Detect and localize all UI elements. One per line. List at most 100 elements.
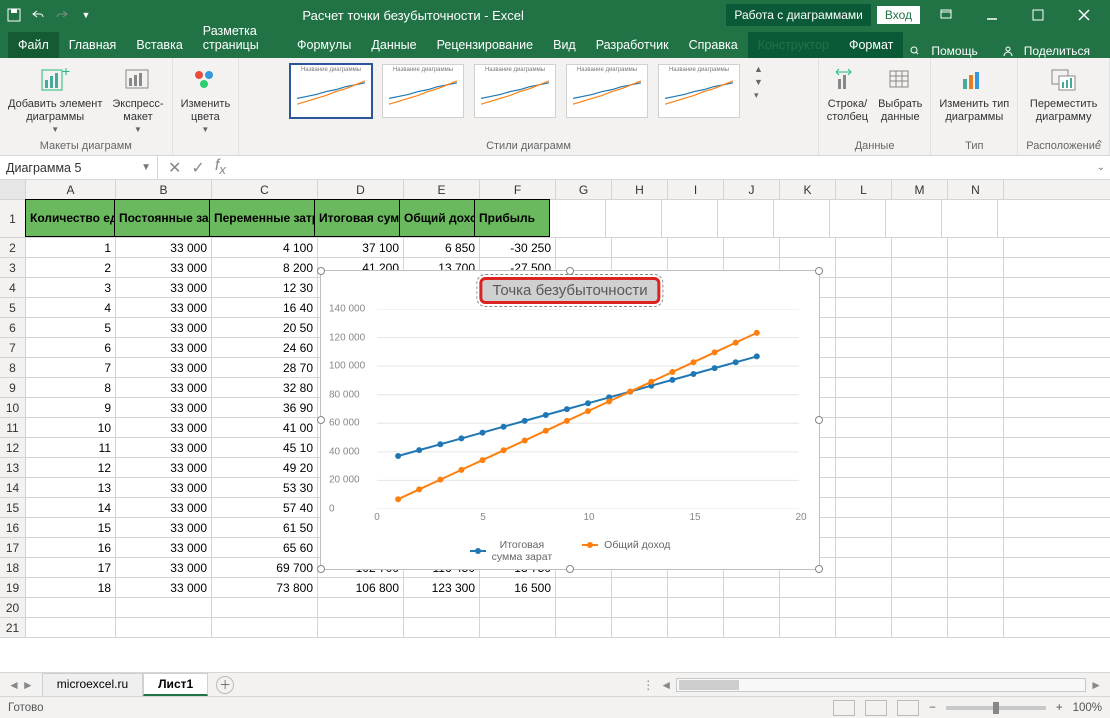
cell[interactable] xyxy=(780,578,836,597)
cell[interactable]: 53 30 xyxy=(212,478,318,497)
sheet-tab[interactable]: microexcel.ru xyxy=(42,673,143,696)
cell[interactable] xyxy=(948,558,1004,577)
cell[interactable] xyxy=(948,378,1004,397)
cell[interactable] xyxy=(556,578,612,597)
cell[interactable] xyxy=(892,278,948,297)
chevron-down-icon[interactable]: ▼ xyxy=(141,162,151,173)
cell[interactable] xyxy=(948,438,1004,457)
cell[interactable]: 69 700 xyxy=(212,558,318,577)
maximize-icon[interactable] xyxy=(1018,0,1058,30)
chart-plot-area[interactable] xyxy=(377,309,799,509)
minimize-icon[interactable] xyxy=(972,0,1012,30)
cell[interactable] xyxy=(724,598,780,617)
row-header[interactable]: 8 xyxy=(0,358,26,377)
cell[interactable]: 106 800 xyxy=(318,578,404,597)
cell[interactable]: 2 xyxy=(26,258,116,277)
zoom-slider[interactable] xyxy=(946,706,1046,710)
cell[interactable]: 33 000 xyxy=(116,318,212,337)
cell[interactable]: 36 90 xyxy=(212,398,318,417)
cell[interactable]: 18 xyxy=(26,578,116,597)
cell[interactable] xyxy=(948,238,1004,257)
cell[interactable] xyxy=(948,358,1004,377)
cell[interactable] xyxy=(892,578,948,597)
quick-layout-button[interactable]: Экспресс- макет ▼ xyxy=(112,64,163,134)
cell[interactable] xyxy=(836,398,892,417)
cell[interactable] xyxy=(724,618,780,637)
column-header[interactable]: H xyxy=(612,180,668,199)
select-all-cell[interactable] xyxy=(0,180,26,199)
qat-dropdown-icon[interactable]: ▼ xyxy=(78,7,94,23)
cell[interactable]: 24 60 xyxy=(212,338,318,357)
cell[interactable] xyxy=(886,200,942,237)
cell[interactable]: -30 250 xyxy=(480,238,556,257)
tab-Вставка[interactable]: Вставка xyxy=(126,32,192,58)
cell[interactable] xyxy=(948,258,1004,277)
cell[interactable]: 4 100 xyxy=(212,238,318,257)
cell[interactable] xyxy=(836,258,892,277)
cell[interactable] xyxy=(550,200,606,237)
cell[interactable] xyxy=(662,200,718,237)
change-chart-type-button[interactable]: Изменить тип диаграммы xyxy=(939,64,1009,123)
cell[interactable] xyxy=(556,598,612,617)
row-header[interactable]: 18 xyxy=(0,558,26,577)
column-header[interactable]: N xyxy=(948,180,1004,199)
cell[interactable]: 61 50 xyxy=(212,518,318,537)
cell[interactable]: 4 xyxy=(26,298,116,317)
cell[interactable]: 7 xyxy=(26,358,116,377)
cell[interactable] xyxy=(836,538,892,557)
cell[interactable] xyxy=(26,598,116,617)
row-header[interactable]: 17 xyxy=(0,538,26,557)
column-header[interactable]: B xyxy=(116,180,212,199)
cell[interactable] xyxy=(948,458,1004,477)
cell[interactable]: 33 000 xyxy=(116,398,212,417)
cell[interactable]: 73 800 xyxy=(212,578,318,597)
sheet-nav-first-icon[interactable]: ◄ xyxy=(8,678,20,692)
column-header[interactable]: A xyxy=(26,180,116,199)
cell[interactable] xyxy=(942,200,998,237)
cell[interactable]: 12 xyxy=(26,458,116,477)
cell[interactable] xyxy=(116,598,212,617)
cell[interactable] xyxy=(668,578,724,597)
cell[interactable] xyxy=(836,498,892,517)
ribbon-options-icon[interactable] xyxy=(926,0,966,30)
cell[interactable] xyxy=(556,238,612,257)
cell[interactable] xyxy=(724,578,780,597)
cell[interactable]: 33 000 xyxy=(116,578,212,597)
cell[interactable]: 33 000 xyxy=(116,538,212,557)
cell[interactable] xyxy=(892,358,948,377)
chart-style-3[interactable]: Название диаграммы xyxy=(474,64,556,118)
sheet-nav-last-icon[interactable]: ► xyxy=(22,678,34,692)
formula-input[interactable] xyxy=(236,156,1092,179)
cell[interactable] xyxy=(26,618,116,637)
row-header[interactable]: 13 xyxy=(0,458,26,477)
row-header[interactable]: 12 xyxy=(0,438,26,457)
cell[interactable] xyxy=(892,398,948,417)
cell[interactable] xyxy=(836,598,892,617)
cell[interactable] xyxy=(836,558,892,577)
cell[interactable] xyxy=(836,378,892,397)
cell[interactable]: Постоянные затраты xyxy=(114,199,210,237)
cell[interactable]: 33 000 xyxy=(116,418,212,437)
cell[interactable] xyxy=(612,618,668,637)
cell[interactable] xyxy=(948,618,1004,637)
tell-me[interactable]: Помощь xyxy=(903,44,989,58)
cell[interactable]: 5 xyxy=(26,318,116,337)
cell[interactable] xyxy=(892,558,948,577)
cell[interactable] xyxy=(780,238,836,257)
cell[interactable] xyxy=(836,458,892,477)
name-box[interactable]: Диаграмма 5 ▼ xyxy=(0,156,158,179)
change-colors-button[interactable]: Изменить цвета ▼ xyxy=(181,64,231,134)
cell[interactable]: 33 000 xyxy=(116,478,212,497)
chart-style-2[interactable]: Название диаграммы xyxy=(382,64,464,118)
row-header[interactable]: 14 xyxy=(0,478,26,497)
row-header[interactable]: 10 xyxy=(0,398,26,417)
cell[interactable] xyxy=(612,578,668,597)
cell[interactable] xyxy=(836,238,892,257)
cell[interactable] xyxy=(836,318,892,337)
cell[interactable]: 33 000 xyxy=(116,338,212,357)
cell[interactable] xyxy=(718,200,774,237)
cell[interactable]: 33 000 xyxy=(116,558,212,577)
cell[interactable] xyxy=(836,278,892,297)
cell[interactable]: 33 000 xyxy=(116,438,212,457)
cell[interactable]: 32 80 xyxy=(212,378,318,397)
